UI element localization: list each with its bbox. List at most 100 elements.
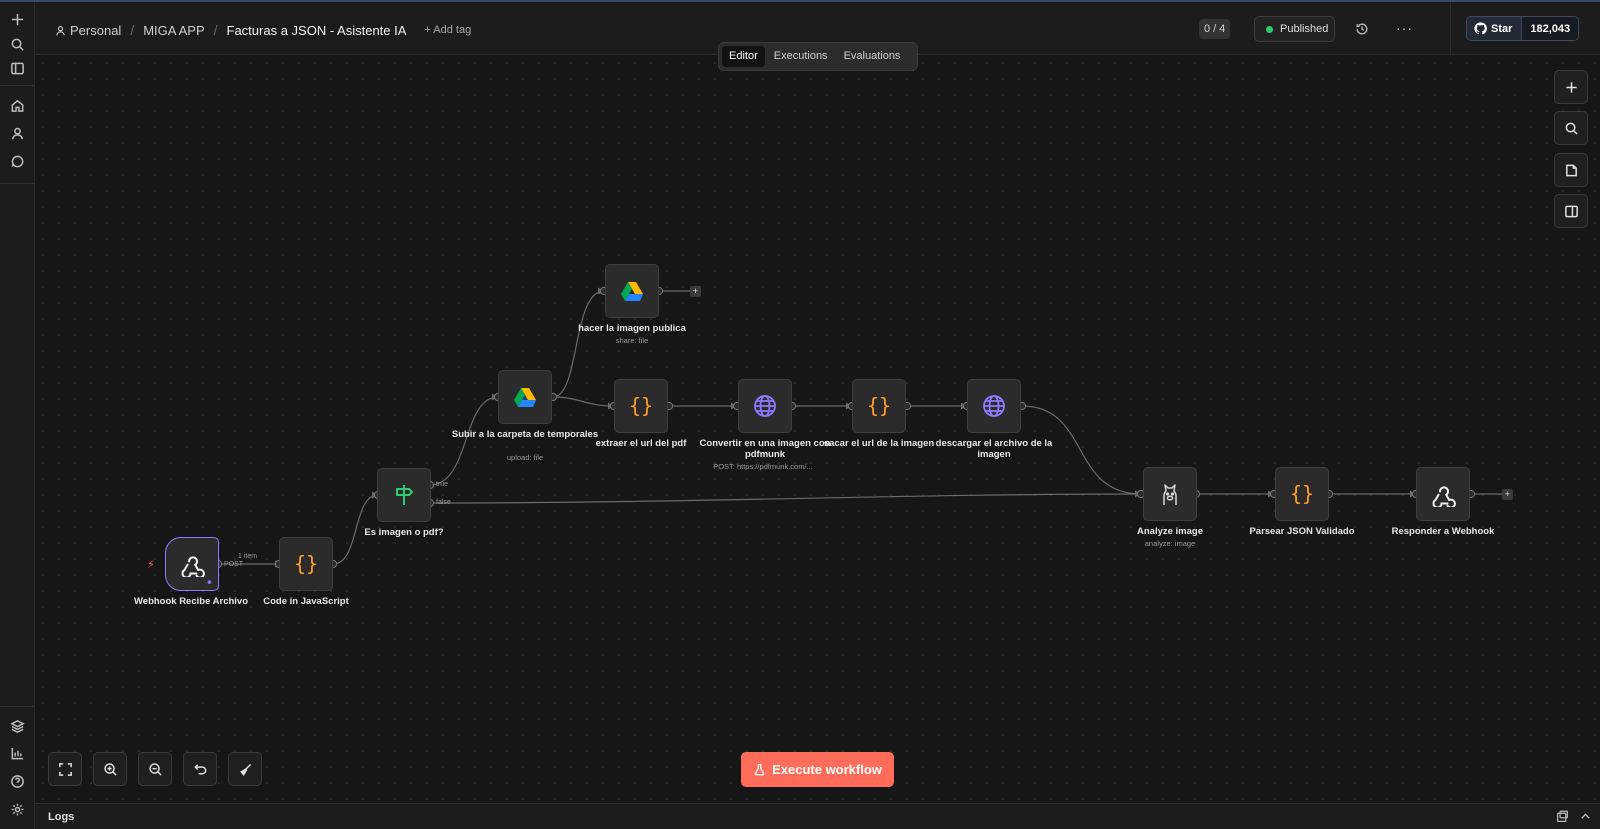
zoom-out-button[interactable] xyxy=(138,752,172,786)
rail-divider xyxy=(0,706,34,707)
node-gdrive-upload[interactable] xyxy=(498,370,552,424)
evaluation-counter[interactable]: 0 / 4 xyxy=(1199,19,1231,39)
code-braces-icon: {} xyxy=(867,394,891,418)
edge-method-label: POST xyxy=(224,561,244,568)
panel-toggle-icon[interactable] xyxy=(9,60,26,77)
help-icon[interactable] xyxy=(9,773,26,790)
svg-text:{}: {} xyxy=(294,552,318,576)
if-false-label: false xyxy=(436,499,451,506)
execute-workflow-label: Execute workflow xyxy=(772,762,882,777)
node-label: Code in JavaScript xyxy=(263,596,349,607)
google-drive-icon xyxy=(514,388,536,407)
fit-view-button[interactable] xyxy=(48,752,82,786)
github-icon xyxy=(1474,22,1487,35)
rail-divider xyxy=(0,85,34,86)
zoom-in-icon xyxy=(103,762,117,776)
github-star-count: 182,043 xyxy=(1521,17,1579,40)
google-drive-icon xyxy=(621,282,643,301)
execute-workflow-button[interactable]: Execute workflow xyxy=(741,752,894,787)
popout-icon[interactable] xyxy=(1556,810,1569,823)
home-icon[interactable] xyxy=(9,97,26,114)
webhook-icon xyxy=(1432,486,1456,507)
trigger-bolt-icon: ⚡ xyxy=(147,559,155,571)
chevron-up-icon[interactable] xyxy=(1579,810,1592,823)
code-braces-icon: {} xyxy=(1290,482,1314,506)
signpost-icon xyxy=(396,485,413,505)
node-parse-json[interactable]: {} xyxy=(1275,467,1329,521)
published-label: Published xyxy=(1280,23,1329,35)
plus-icon[interactable] xyxy=(9,11,26,28)
chat-icon[interactable] xyxy=(9,153,26,170)
node-analyze-image[interactable] xyxy=(1143,467,1197,521)
zoom-in-button[interactable] xyxy=(93,752,127,786)
logs-panel[interactable]: Logs xyxy=(35,803,1600,829)
node-label: hacer la imagen publica xyxy=(578,323,686,334)
sticky-note-button[interactable] xyxy=(1554,153,1588,187)
node-get-image-url[interactable]: {} xyxy=(852,379,906,433)
workflow-canvas[interactable] xyxy=(35,55,1600,803)
node-label: Responder a Webhook xyxy=(1391,526,1495,537)
globe-icon xyxy=(983,395,1005,417)
tidy-up-button[interactable] xyxy=(228,752,262,786)
node-subtitle: analyze: image xyxy=(1144,539,1196,548)
node-label: Parsear JSON Validado xyxy=(1249,526,1355,537)
add-node-after-share-button[interactable]: + xyxy=(690,286,701,297)
editor-tabs: Editor Executions Evaluations xyxy=(718,42,918,71)
pin-icon: ⚫ xyxy=(206,578,213,587)
tab-evaluations[interactable]: Evaluations xyxy=(837,46,908,67)
breadcrumb-separator: / xyxy=(130,22,135,38)
breadcrumb-separator: / xyxy=(213,22,218,38)
edge-item-count: 1 item xyxy=(238,553,258,560)
github-star-button[interactable]: Star 182,043 xyxy=(1466,16,1580,41)
breadcrumb-project[interactable]: MIGA APP xyxy=(143,23,204,38)
undo-button[interactable] xyxy=(183,752,217,786)
add-node-after-respond-button[interactable]: + xyxy=(1502,489,1513,500)
rail-divider xyxy=(0,183,34,184)
user-icon[interactable] xyxy=(9,125,26,142)
node-label: Es imagen o pdf? xyxy=(364,527,444,538)
logs-label: Logs xyxy=(48,811,75,823)
svg-text:{}: {} xyxy=(629,394,653,418)
n8n-workflow-editor: Personal / MIGA APP / Facturas a JSON - … xyxy=(0,0,1600,829)
node-subtitle: POST: https://pdfmunk.com/... xyxy=(713,462,813,471)
sticky-note-icon xyxy=(1565,164,1577,176)
github-star-label: Star xyxy=(1491,22,1513,35)
node-gdrive-share[interactable] xyxy=(605,264,659,318)
breadcrumb-personal[interactable]: Personal xyxy=(70,23,121,38)
left-sidebar xyxy=(0,2,35,829)
node-code-js[interactable]: {} xyxy=(279,537,333,591)
node-label: descargar el archivo de la imagen xyxy=(935,438,1053,460)
node-pdfmunk[interactable] xyxy=(738,379,792,433)
zoom-out-icon xyxy=(148,762,162,776)
published-status-dot xyxy=(1266,25,1273,33)
add-node-button[interactable] xyxy=(1554,70,1588,104)
search-icon[interactable] xyxy=(9,36,26,53)
node-respond-webhook[interactable] xyxy=(1416,467,1470,521)
fit-view-icon xyxy=(58,762,72,776)
node-download-image[interactable] xyxy=(967,379,1021,433)
workflow-title[interactable]: Facturas a JSON - Asistente IA xyxy=(227,23,407,38)
search-icon xyxy=(1565,122,1578,135)
tab-editor[interactable]: Editor xyxy=(722,46,765,67)
more-options-icon[interactable]: ··· xyxy=(1396,20,1413,36)
ollama-icon xyxy=(1163,484,1177,505)
code-braces-icon: {} xyxy=(629,394,653,418)
toggle-panel-button[interactable] xyxy=(1554,194,1588,228)
broom-icon xyxy=(239,763,251,776)
add-tag-button[interactable]: + Add tag xyxy=(424,24,471,36)
tab-executions[interactable]: Executions xyxy=(767,46,835,67)
search-nodes-button[interactable] xyxy=(1554,111,1588,145)
insights-icon[interactable] xyxy=(9,745,26,762)
templates-icon[interactable] xyxy=(9,718,26,735)
flask-icon xyxy=(754,763,765,776)
node-extract-url[interactable]: {} xyxy=(614,379,668,433)
node-label: Analyze image xyxy=(1137,526,1203,537)
user-icon xyxy=(56,25,65,35)
history-icon[interactable] xyxy=(1355,22,1369,36)
published-badge[interactable]: Published xyxy=(1254,16,1335,42)
node-subtitle: share: file xyxy=(615,336,649,345)
webhook-icon xyxy=(181,556,205,577)
node-if[interactable] xyxy=(377,468,431,522)
globe-icon xyxy=(754,395,776,417)
settings-icon[interactable] xyxy=(9,801,26,818)
